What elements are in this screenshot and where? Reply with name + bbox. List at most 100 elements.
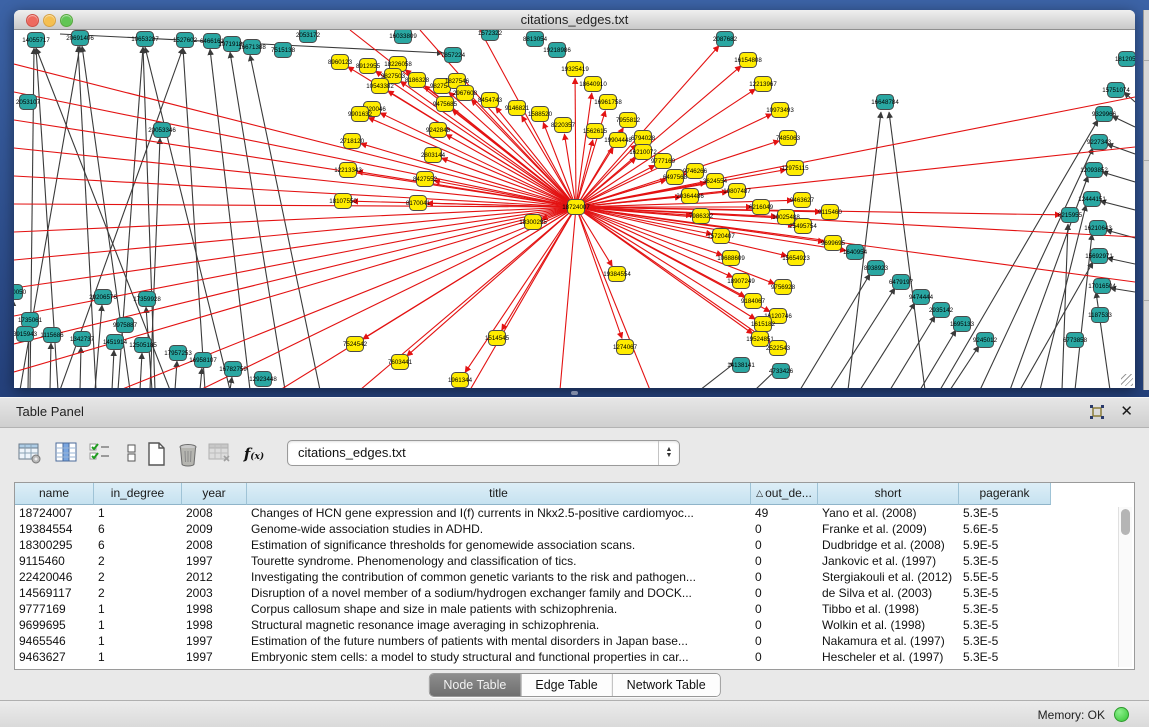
table-cell[interactable]: Nakamura et al. (1997) bbox=[818, 633, 959, 649]
table-cell[interactable]: 2003 bbox=[182, 585, 247, 601]
table-cell[interactable]: 1998 bbox=[182, 601, 247, 617]
table-cell[interactable]: 0 bbox=[751, 617, 818, 633]
table-cell[interactable]: 5.3E-5 bbox=[959, 649, 1051, 665]
table-cell[interactable]: Wolkin et al. (1998) bbox=[818, 617, 959, 633]
table-cell[interactable]: 0 bbox=[751, 537, 818, 553]
close-icon[interactable]: ✕ bbox=[1120, 402, 1133, 420]
combobox-stepper-icon[interactable]: ▲▼ bbox=[658, 441, 679, 465]
table-cell[interactable]: 18724007 bbox=[15, 505, 94, 521]
table-cell[interactable]: 0 bbox=[751, 569, 818, 585]
table-cell[interactable]: 5.3E-5 bbox=[959, 553, 1051, 569]
table-cell[interactable]: Disruption of a novel member of a sodium… bbox=[247, 585, 751, 601]
table-cell[interactable]: Corpus callosum shape and size in male p… bbox=[247, 601, 751, 617]
table-cell[interactable]: Franke et al. (2009) bbox=[818, 521, 959, 537]
column-header-year[interactable]: year bbox=[182, 483, 247, 505]
table-cell[interactable]: 0 bbox=[751, 553, 818, 569]
segmented-control[interactable]: Node TableEdge TableNetwork Table bbox=[428, 673, 720, 697]
table-cell[interactable]: 6 bbox=[94, 521, 182, 537]
table-cell[interactable]: Jankovic et al. (1997) bbox=[818, 553, 959, 569]
table-cell[interactable]: 19384554 bbox=[15, 521, 94, 537]
table-cell[interactable]: 0 bbox=[751, 521, 818, 537]
network-window[interactable]: citations_edges.txt 14055717206914061065… bbox=[14, 10, 1135, 388]
table-cell[interactable]: 49 bbox=[751, 505, 818, 521]
table-cell[interactable]: 2 bbox=[94, 569, 182, 585]
table-row[interactable]: 911546021997Tourette syndrome. Phenomeno… bbox=[15, 553, 1134, 569]
column-header-out_de[interactable]: △out_de... bbox=[751, 483, 818, 505]
function-builder-icon[interactable]: f(x) bbox=[240, 439, 268, 469]
table-cell[interactable]: 1998 bbox=[182, 617, 247, 633]
table-cell[interactable]: 9777169 bbox=[15, 601, 94, 617]
column-header-name[interactable]: name bbox=[15, 483, 94, 505]
table-cell[interactable]: Genome-wide association studies in ADHD. bbox=[247, 521, 751, 537]
table-row[interactable]: 969969511998Structural magnetic resonanc… bbox=[15, 617, 1134, 633]
scrollbar-thumb[interactable] bbox=[1121, 509, 1130, 535]
table-cell[interactable]: 9115460 bbox=[15, 553, 94, 569]
table-cell[interactable]: 5.3E-5 bbox=[959, 505, 1051, 521]
table-cell[interactable]: 5.3E-5 bbox=[959, 617, 1051, 633]
select-columns-icon[interactable] bbox=[86, 439, 114, 469]
tab-network-table[interactable]: Network Table bbox=[612, 674, 720, 696]
table-cell[interactable]: Investigating the contribution of common… bbox=[247, 569, 751, 585]
table-row[interactable]: 1830029562008Estimation of significance … bbox=[15, 537, 1134, 553]
table-cell[interactable]: 5.3E-5 bbox=[959, 601, 1051, 617]
table-settings-icon[interactable] bbox=[16, 439, 44, 469]
table-vertical-scrollbar[interactable] bbox=[1118, 507, 1132, 667]
table-body[interactable]: 1872400712008Changes of HCN gene express… bbox=[15, 505, 1134, 665]
table-row[interactable]: 946554611997Estimation of the future num… bbox=[15, 633, 1134, 649]
table-cell[interactable]: 0 bbox=[751, 633, 818, 649]
table-selector-combobox[interactable]: citations_edges.txt ▲▼ bbox=[287, 440, 680, 466]
table-cell[interactable]: 2008 bbox=[182, 505, 247, 521]
table-cell[interactable]: Embryonic stem cells: a model to study s… bbox=[247, 649, 751, 665]
tab-edge-table[interactable]: Edge Table bbox=[520, 674, 611, 696]
table-cell[interactable]: Structural magnetic resonance image aver… bbox=[247, 617, 751, 633]
table-cell[interactable]: 1997 bbox=[182, 633, 247, 649]
table-cell[interactable]: 2008 bbox=[182, 537, 247, 553]
table-cell[interactable]: Estimation of the future numbers of pati… bbox=[247, 633, 751, 649]
tab-node-table[interactable]: Node Table bbox=[429, 674, 520, 696]
network-canvas[interactable]: 1405571720691406106532871527602646616110… bbox=[14, 30, 1135, 388]
table-cell[interactable]: 9463627 bbox=[15, 649, 94, 665]
table-cell[interactable]: 6 bbox=[94, 537, 182, 553]
table-row[interactable]: 2242004622012Investigating the contribut… bbox=[15, 569, 1134, 585]
table-cell[interactable]: 5.9E-5 bbox=[959, 537, 1051, 553]
table-cell[interactable]: 5.6E-5 bbox=[959, 521, 1051, 537]
table-cell[interactable]: Stergiakouli et al. (2012) bbox=[818, 569, 959, 585]
table-cell[interactable]: 1997 bbox=[182, 553, 247, 569]
table-cell[interactable]: Hescheler et al. (1997) bbox=[818, 649, 959, 665]
table-cell[interactable]: 2012 bbox=[182, 569, 247, 585]
table-cell[interactable]: Estimation of significance thresholds fo… bbox=[247, 537, 751, 553]
table-cell[interactable]: 0 bbox=[751, 601, 818, 617]
table-cell[interactable]: 18300295 bbox=[15, 537, 94, 553]
table-row[interactable]: 1938455462009Genome-wide association stu… bbox=[15, 521, 1134, 537]
table-row[interactable]: 1456911722003Disruption of a novel membe… bbox=[15, 585, 1134, 601]
table-cell[interactable]: 1 bbox=[94, 617, 182, 633]
table-cell[interactable]: 14569117 bbox=[15, 585, 94, 601]
table-cell[interactable]: 2 bbox=[94, 585, 182, 601]
column-header-short[interactable]: short bbox=[818, 483, 959, 505]
table-cell[interactable]: Yano et al. (2008) bbox=[818, 505, 959, 521]
table-cell[interactable]: 9465546 bbox=[15, 633, 94, 649]
table-cell[interactable]: 1 bbox=[94, 601, 182, 617]
node-table[interactable]: namein_degreeyeartitle△out_de...shortpag… bbox=[14, 482, 1135, 670]
table-cell[interactable]: 0 bbox=[751, 585, 818, 601]
column-header-in_degree[interactable]: in_degree bbox=[94, 483, 182, 505]
table-cell[interactable]: 1 bbox=[94, 505, 182, 521]
table-cell[interactable]: 2 bbox=[94, 553, 182, 569]
table-cell[interactable]: 2009 bbox=[182, 521, 247, 537]
table-header-row[interactable]: namein_degreeyeartitle△out_de...shortpag… bbox=[15, 483, 1134, 505]
table-cell[interactable]: Tourette syndrome. Phenomenology and cla… bbox=[247, 553, 751, 569]
delete-icon[interactable] bbox=[174, 439, 202, 469]
table-cell[interactable]: 5.5E-5 bbox=[959, 569, 1051, 585]
table-cell[interactable]: 1 bbox=[94, 649, 182, 665]
table-row[interactable]: 977716911998Corpus callosum shape and si… bbox=[15, 601, 1134, 617]
table-cell[interactable]: 1997 bbox=[182, 649, 247, 665]
table-row[interactable]: 1872400712008Changes of HCN gene express… bbox=[15, 505, 1134, 521]
network-window-titlebar[interactable]: citations_edges.txt bbox=[14, 10, 1135, 30]
table-cell[interactable]: Dudbridge et al. (2008) bbox=[818, 537, 959, 553]
window-resize-grip[interactable] bbox=[1121, 374, 1133, 386]
new-document-icon[interactable] bbox=[142, 439, 170, 469]
table-cell[interactable]: 1 bbox=[94, 633, 182, 649]
table-cell[interactable]: Tibbo et al. (1998) bbox=[818, 601, 959, 617]
table-cell[interactable]: 5.3E-5 bbox=[959, 585, 1051, 601]
show-columns-icon[interactable] bbox=[52, 439, 80, 469]
